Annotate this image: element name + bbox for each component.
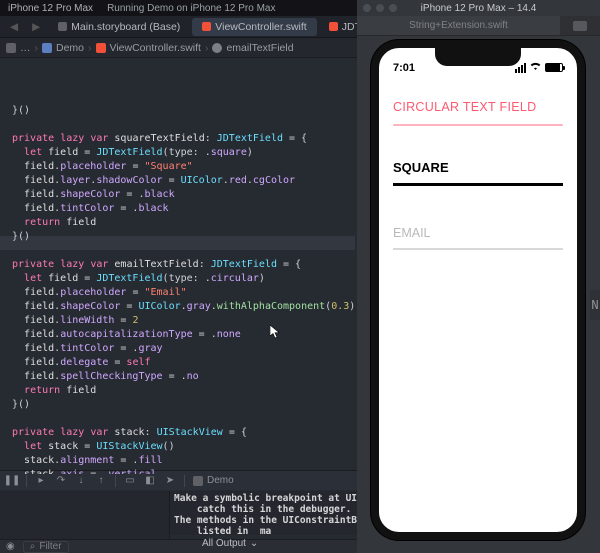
- scheme-label[interactable]: Demo: [193, 475, 234, 486]
- chevron-updown-icon: ⌄: [250, 538, 258, 549]
- pause-icon[interactable]: ❚❚: [6, 475, 18, 487]
- sim-title: iPhone 12 Pro Max – 14.4: [421, 3, 537, 14]
- circular-text-field[interactable]: CIRCULAR TEXT FIELD: [393, 100, 563, 114]
- auto-icon[interactable]: ◉: [6, 541, 15, 552]
- output-mode[interactable]: All Output ⌄: [202, 538, 258, 549]
- swift-icon: [329, 22, 338, 31]
- tab-label: Main.storyboard (Base): [71, 21, 180, 33]
- email-text-field[interactable]: EMAIL: [393, 226, 563, 240]
- code-content: }() private lazy var squareTextField: JD…: [12, 104, 349, 474]
- window-controls[interactable]: [363, 4, 397, 12]
- email-underline: [393, 248, 563, 250]
- sim-titlebar: iPhone 12 Pro Max – 14.4: [357, 0, 600, 16]
- project-icon: [6, 43, 16, 53]
- cellular-icon: [515, 63, 526, 73]
- code-editor[interactable]: }() private lazy var squareTextField: JD…: [0, 58, 355, 474]
- iphone-notch: [435, 48, 521, 66]
- right-panel-toggle[interactable]: N: [590, 290, 600, 320]
- console-footer: ◉ ⌕ Filter: [0, 539, 390, 553]
- continue-icon[interactable]: ▸: [35, 475, 47, 487]
- crumb-project: …: [20, 42, 31, 54]
- tab-main-storyboard[interactable]: Main.storyboard (Base): [48, 18, 190, 36]
- nav-back-icon[interactable]: ◀: [4, 21, 24, 33]
- sim-tab-bar: String+Extension.swift: [357, 16, 600, 36]
- swift-icon: [202, 22, 211, 31]
- circular-underline: [393, 124, 563, 126]
- crumb-symbol: emailTextField: [226, 42, 293, 54]
- tab-label: ViewController.swift: [215, 21, 306, 33]
- simulator-window: iPhone 12 Pro Max – 14.4 String+Extensio…: [357, 0, 600, 553]
- memory-icon[interactable]: ◧: [144, 475, 156, 487]
- device-label: iPhone 12 Pro Max: [8, 3, 93, 14]
- step-over-icon[interactable]: ↷: [55, 475, 67, 487]
- square-underline: [393, 183, 563, 186]
- step-out-icon[interactable]: ↑: [95, 475, 107, 487]
- nav-forward-icon: ▶: [26, 21, 46, 33]
- tab-viewcontroller[interactable]: ViewController.swift: [192, 18, 316, 36]
- sim-tab-icons[interactable]: [560, 16, 600, 35]
- app-icon: [193, 476, 203, 486]
- filter-icon: ⌕: [30, 541, 36, 552]
- build-status: Running Demo on iPhone 12 Pro Max: [107, 3, 275, 14]
- status-time: 7:01: [393, 62, 415, 74]
- folder-icon: [42, 43, 52, 53]
- step-into-icon[interactable]: ↓: [75, 475, 87, 487]
- variables-filter[interactable]: ⌕ Filter: [23, 541, 69, 553]
- sim-tab-string-ext[interactable]: String+Extension.swift: [357, 16, 560, 35]
- property-icon: [212, 43, 222, 53]
- crumb-file: ViewController.swift: [110, 42, 201, 54]
- swift-icon: [96, 43, 106, 53]
- iphone-simulator[interactable]: 7:01 CIRCULAR TEXT FIELD SQUARE EMAIL: [371, 40, 585, 540]
- crumb-folder: Demo: [56, 42, 84, 54]
- home-icon: [573, 21, 587, 31]
- square-text-field[interactable]: SQUARE: [393, 160, 563, 175]
- location-icon[interactable]: ➤: [164, 475, 176, 487]
- wifi-icon: [529, 61, 542, 74]
- storyboard-icon: [58, 22, 67, 31]
- debug-view-icon[interactable]: ▭: [124, 475, 136, 487]
- battery-icon: [545, 63, 563, 72]
